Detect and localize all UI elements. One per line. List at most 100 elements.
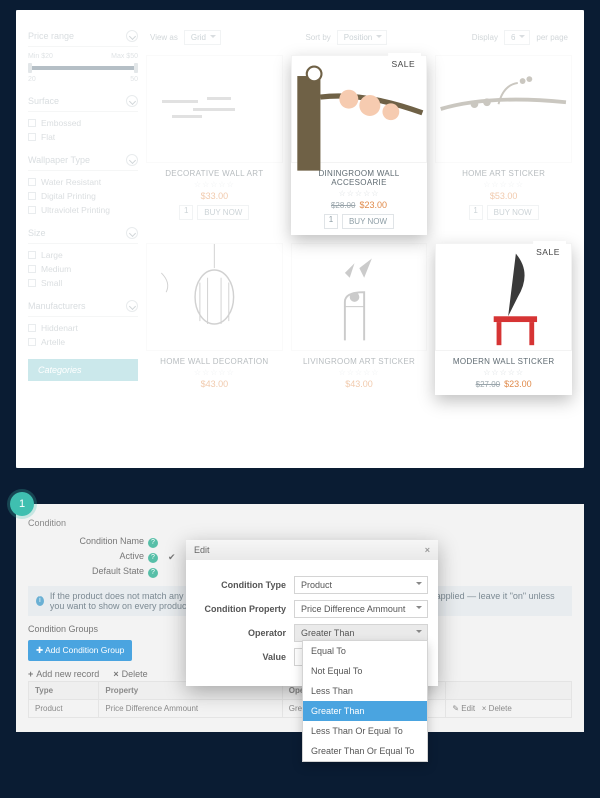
product-card[interactable]: SALE MODERN WALL STICKER ☆☆☆☆☆ $27.00$23… bbox=[435, 243, 572, 395]
dropdown-option[interactable]: Equal To bbox=[303, 641, 427, 661]
rating-stars: ☆☆☆☆☆ bbox=[146, 368, 283, 377]
close-icon[interactable]: × bbox=[425, 545, 430, 555]
row-actions: ✎ Edit × Delete bbox=[446, 700, 572, 718]
product-image bbox=[291, 243, 428, 351]
chevron-down-icon[interactable] bbox=[126, 300, 138, 312]
viewas-select[interactable]: Grid bbox=[184, 30, 221, 45]
condition-property-select[interactable]: Price Difference Ammount bbox=[294, 600, 428, 618]
condition-type-select[interactable]: Product bbox=[294, 576, 428, 594]
filter-option[interactable]: Medium bbox=[28, 264, 138, 274]
checkbox-icon[interactable] bbox=[28, 192, 36, 200]
sale-label: SALE bbox=[385, 59, 421, 69]
add-record-button[interactable]: + Add new record bbox=[28, 669, 99, 679]
condition-name-label: Condition Name? bbox=[28, 536, 168, 548]
help-icon[interactable]: ? bbox=[148, 568, 158, 578]
display-label: Display bbox=[472, 33, 498, 42]
operator-label: Operator bbox=[196, 628, 294, 638]
categories-button[interactable]: Categories bbox=[28, 359, 138, 381]
filter-size-title: Size bbox=[28, 228, 46, 238]
rating-stars: ☆☆☆☆☆ bbox=[291, 189, 428, 198]
chevron-down-icon[interactable] bbox=[126, 154, 138, 166]
table-row[interactable]: Product Price Difference Ammount Greater… bbox=[29, 700, 572, 718]
checkbox-icon[interactable] bbox=[28, 265, 36, 273]
condition-property-label: Condition Property bbox=[196, 604, 294, 614]
default-state-label: Default State? bbox=[28, 566, 168, 578]
dropdown-option-selected[interactable]: Greater Than bbox=[303, 701, 427, 721]
plus-icon: + bbox=[28, 669, 33, 679]
storefront-panel: Price range Min $20 Max $50 20 50 Surfac… bbox=[16, 10, 584, 468]
edit-dialog: Edit × Condition Type Product Condition … bbox=[186, 540, 438, 686]
step-badge: 1 bbox=[10, 492, 34, 516]
dropdown-option[interactable]: Not Equal To bbox=[303, 661, 427, 681]
help-icon[interactable]: ? bbox=[148, 553, 158, 563]
rating-stars: ☆☆☆☆☆ bbox=[291, 368, 428, 377]
buy-button[interactable]: BUY NOW bbox=[342, 214, 394, 229]
product-main: View as Grid Sort by Position Display 6 … bbox=[146, 30, 572, 444]
product-card[interactable]: HOME ART STICKER ☆☆☆☆☆ $53.00 1 BUY NOW bbox=[435, 55, 572, 235]
product-title: DECORATIVE WALL ART bbox=[146, 169, 283, 178]
rating-stars: ☆☆☆☆☆ bbox=[146, 180, 283, 189]
product-image bbox=[435, 55, 572, 163]
filter-option[interactable]: Ultraviolet Printing bbox=[28, 205, 138, 215]
product-card[interactable]: LIVINGROOM ART STICKER ☆☆☆☆☆ $43.00 bbox=[291, 243, 428, 395]
filter-option[interactable]: Water Resistant bbox=[28, 177, 138, 187]
sortby-select[interactable]: Position bbox=[337, 30, 387, 45]
chevron-down-icon[interactable] bbox=[126, 95, 138, 107]
product-card[interactable]: SALE DININGROOM WALL ACCESOARIE ☆☆☆☆☆ bbox=[291, 55, 428, 235]
dropdown-option[interactable]: Less Than Or Equal To bbox=[303, 721, 427, 741]
filter-option[interactable]: Small bbox=[28, 278, 138, 288]
active-label: Active? bbox=[28, 551, 168, 563]
dialog-header: Edit × bbox=[186, 540, 438, 560]
product-card[interactable]: DECORATIVE WALL ART ☆☆☆☆☆ $33.00 1 BUY N… bbox=[146, 55, 283, 235]
filter-option[interactable]: Large bbox=[28, 250, 138, 260]
product-price: $33.00 bbox=[146, 191, 283, 201]
filter-sidebar: Price range Min $20 Max $50 20 50 Surfac… bbox=[28, 30, 146, 444]
filter-option[interactable]: Artelle bbox=[28, 337, 138, 347]
conditions-table: Type Property Operator Value Product Pri… bbox=[28, 681, 572, 718]
perpage-label: per page bbox=[536, 33, 568, 42]
dropdown-option[interactable]: Less Than bbox=[303, 681, 427, 701]
filter-price: Price range Min $20 Max $50 20 50 bbox=[28, 30, 138, 83]
filter-option[interactable]: Hiddenart bbox=[28, 323, 138, 333]
price-max-label: Max $50 bbox=[111, 53, 138, 60]
chevron-down-icon[interactable] bbox=[126, 227, 138, 239]
product-price: $53.00 bbox=[435, 191, 572, 201]
checkbox-icon[interactable] bbox=[28, 251, 36, 259]
chevron-down-icon[interactable] bbox=[126, 30, 138, 42]
checkbox-icon[interactable] bbox=[28, 279, 36, 287]
qty-input[interactable]: 1 bbox=[324, 214, 338, 229]
delete-button[interactable]: × Delete bbox=[113, 669, 147, 679]
active-checkbox[interactable]: ✔ bbox=[168, 552, 176, 563]
edit-button[interactable]: ✎ Edit bbox=[452, 704, 475, 713]
filter-option[interactable]: Digital Printing bbox=[28, 191, 138, 201]
price-slider[interactable] bbox=[28, 66, 138, 70]
filter-manuf-title: Manufacturers bbox=[28, 301, 86, 311]
dropdown-option[interactable]: Greater Than Or Equal To bbox=[303, 741, 427, 761]
product-price: $43.00 bbox=[146, 379, 283, 389]
value-label: Value bbox=[196, 652, 294, 662]
checkbox-icon[interactable] bbox=[28, 119, 36, 127]
help-icon[interactable]: ? bbox=[148, 538, 158, 548]
qty-input[interactable]: 1 bbox=[179, 205, 193, 220]
product-title: DININGROOM WALL ACCESOARIE bbox=[291, 169, 428, 187]
checkbox-icon[interactable] bbox=[28, 324, 36, 332]
col-type: Type bbox=[29, 682, 99, 700]
display-select[interactable]: 6 bbox=[504, 30, 530, 45]
buy-button[interactable]: BUY NOW bbox=[487, 205, 539, 220]
rating-stars: ☆☆☆☆☆ bbox=[435, 180, 572, 189]
checkbox-icon[interactable] bbox=[28, 206, 36, 214]
delete-button[interactable]: × Delete bbox=[482, 704, 512, 713]
qty-input[interactable]: 1 bbox=[469, 205, 483, 220]
checkbox-icon[interactable] bbox=[28, 133, 36, 141]
checkbox-icon[interactable] bbox=[28, 338, 36, 346]
operator-dropdown: Equal To Not Equal To Less Than Greater … bbox=[302, 640, 428, 762]
filter-option[interactable]: Flat bbox=[28, 132, 138, 142]
admin-panel-wrapper: 1 Condition Condition Name? Active? ✔ De… bbox=[16, 504, 584, 732]
sale-label: SALE bbox=[530, 247, 566, 257]
add-condition-group-button[interactable]: ✚ Add Condition Group bbox=[28, 640, 132, 661]
product-card[interactable]: HOME WALL DECORATION ☆☆☆☆☆ $43.00 bbox=[146, 243, 283, 395]
product-title: HOME ART STICKER bbox=[435, 169, 572, 178]
buy-button[interactable]: BUY NOW bbox=[197, 205, 249, 220]
checkbox-icon[interactable] bbox=[28, 178, 36, 186]
filter-option[interactable]: Embossed bbox=[28, 118, 138, 128]
